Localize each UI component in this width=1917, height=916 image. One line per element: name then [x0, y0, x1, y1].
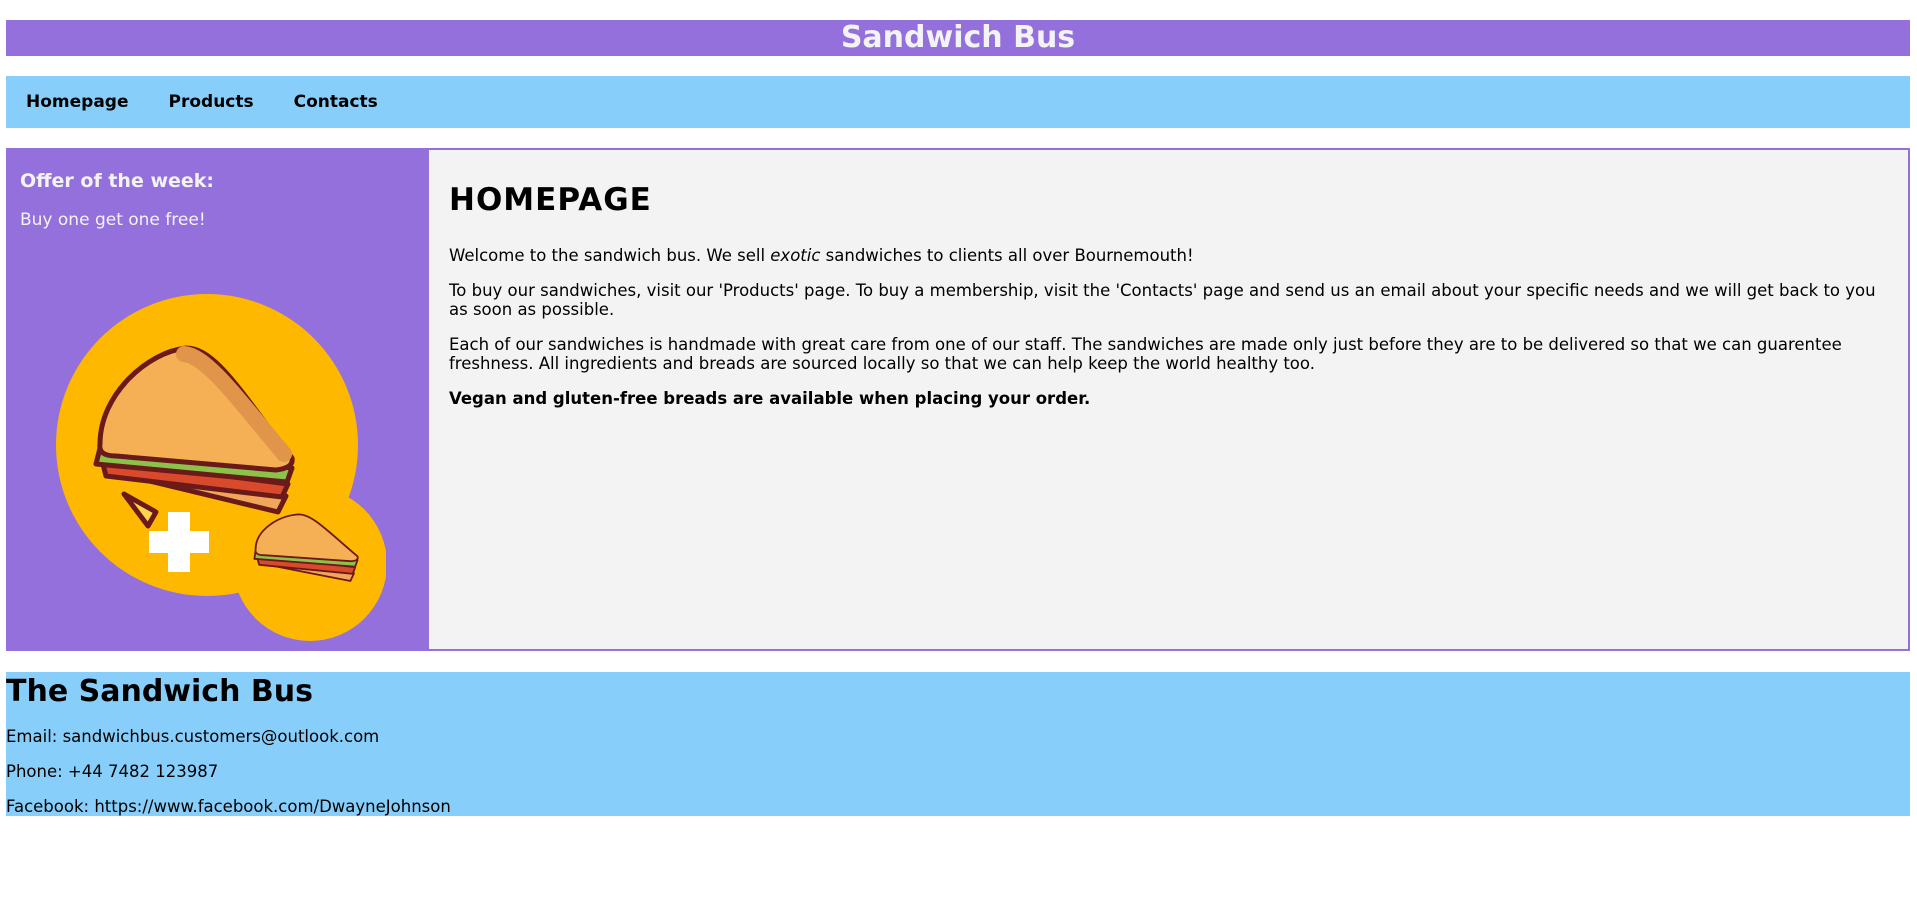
- offer-text: Buy one get one free!: [20, 210, 206, 230]
- vegan-note-text: Vegan and gluten-free breads are availab…: [449, 389, 1091, 408]
- sandwich-bogof-illustration: [56, 294, 386, 641]
- welcome-paragraph: Welcome to the sandwich bus. We sell exo…: [449, 246, 1888, 265]
- footer-email: Email: sandwichbus.customers@outlook.com: [6, 727, 380, 746]
- main-section: Offer of the week: Buy one get one free!: [6, 148, 1910, 651]
- page-heading: HOMEPAGE: [449, 182, 652, 218]
- welcome-text-start: Welcome to the sandwich bus. We sell: [449, 246, 771, 265]
- vegan-note: Vegan and gluten-free breads are availab…: [449, 389, 1888, 408]
- footer: The Sandwich Bus Email: sandwichbus.cust…: [6, 672, 1910, 816]
- offer-heading: Offer of the week:: [20, 170, 215, 192]
- nav-contacts-link[interactable]: Contacts: [294, 92, 378, 112]
- page: Sandwich Bus Homepage Products Contacts …: [0, 0, 1917, 916]
- homepage-content: HOMEPAGE Welcome to the sandwich bus. We…: [429, 150, 1908, 649]
- welcome-emphasis: exotic: [770, 246, 821, 265]
- freshness-paragraph: Each of our sandwiches is handmade with …: [449, 335, 1842, 373]
- nav-products-link[interactable]: Products: [169, 92, 254, 112]
- offer-sidebar: Offer of the week: Buy one get one free!: [8, 150, 429, 649]
- footer-phone: Phone: +44 7482 123987: [6, 762, 219, 781]
- purchase-paragraph: To buy our sandwiches, visit our 'Produc…: [449, 281, 1876, 319]
- welcome-text-end: sandwiches to clients all over Bournemou…: [820, 246, 1194, 265]
- footer-heading: The Sandwich Bus: [6, 674, 313, 709]
- nav-bar: Homepage Products Contacts: [6, 76, 1910, 128]
- site-title: Sandwich Bus: [6, 20, 1910, 56]
- nav-homepage-link[interactable]: Homepage: [26, 92, 129, 112]
- footer-facebook: Facebook: https://www.facebook.com/Dwayn…: [6, 797, 451, 816]
